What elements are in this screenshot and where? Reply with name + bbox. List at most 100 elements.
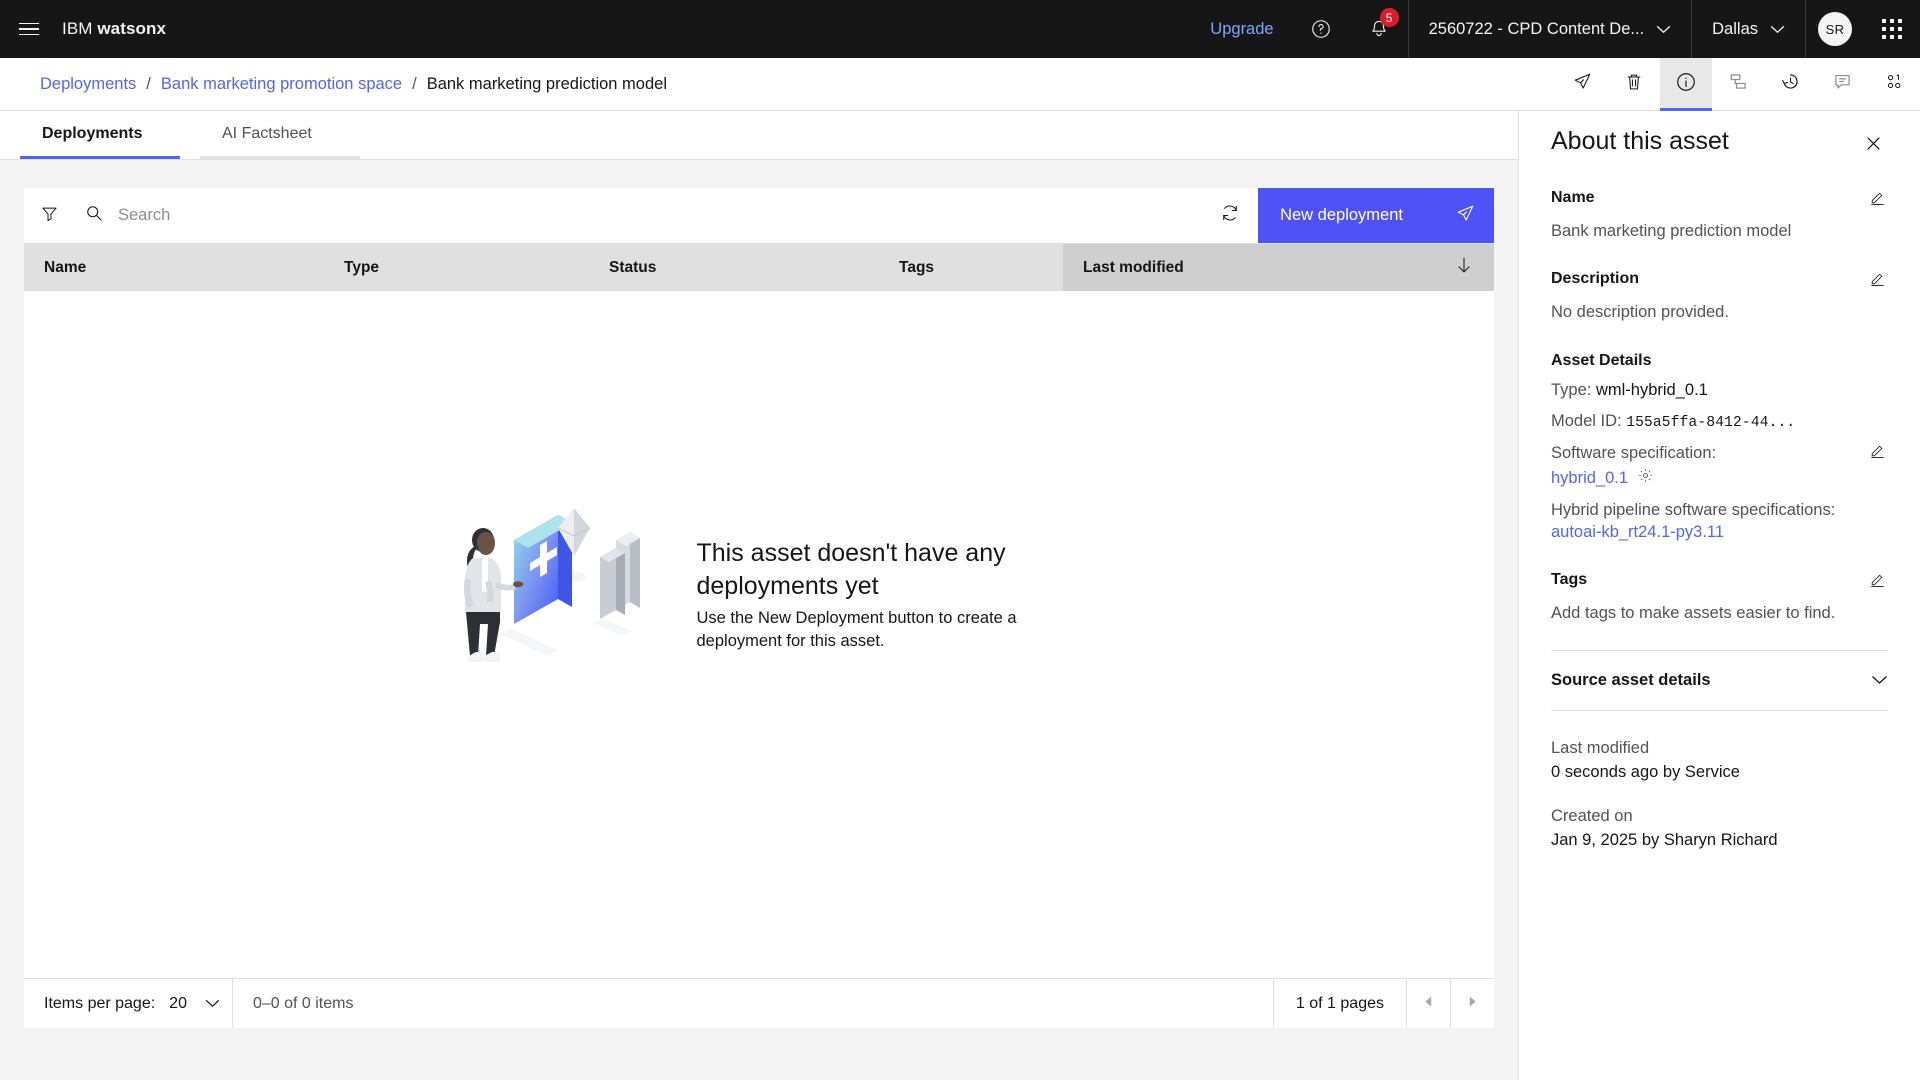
breadcrumb-item-current: Bank marketing prediction model <box>426 74 667 93</box>
binary-icon <box>1884 71 1905 97</box>
description-label: Description <box>1551 270 1640 288</box>
source-asset-details-label: Source asset details <box>1551 671 1711 690</box>
search-input[interactable] <box>118 206 1203 225</box>
help-button[interactable] <box>1292 0 1350 58</box>
pages-text: 1 of 1 pages <box>1272 979 1406 1028</box>
items-per-page-select[interactable]: 20 <box>169 995 232 1013</box>
new-deployment-label: New deployment <box>1280 206 1403 224</box>
column-header-name[interactable]: Name <box>24 244 324 291</box>
asset-details-label: Asset Details <box>1551 351 1652 369</box>
deploy-icon <box>1572 71 1593 97</box>
refresh-icon <box>1220 203 1240 228</box>
hybrid-pipeline-key: Hybrid pipeline software specifications: <box>1551 501 1836 520</box>
breadcrumb-separator: / <box>412 74 417 93</box>
software-spec-row: Software specification: hybrid_0.1 <box>1551 443 1888 490</box>
created-on-block: Created on Jan 9, 2025 by Sharyn Richard <box>1551 805 1888 853</box>
filter-button[interactable] <box>24 188 74 243</box>
history-button[interactable] <box>1764 58 1816 111</box>
asset-type-value: wml-hybrid_0.1 <box>1595 380 1708 399</box>
edit-pencil-icon <box>1869 270 1886 292</box>
model-id-key: Model ID: <box>1551 411 1622 430</box>
tags-label: Tags <box>1551 571 1588 589</box>
column-header-last-modified-label: Last modified <box>1083 258 1184 276</box>
last-modified-value: 0 seconds ago by Service <box>1551 763 1740 782</box>
information-button[interactable] <box>1660 57 1712 111</box>
description-value: No description provided. <box>1551 303 1729 322</box>
edit-tags-button[interactable] <box>1866 571 1888 593</box>
column-header-status[interactable]: Status <box>589 244 879 291</box>
model-id-row: Model ID: 155a5ffa-8412-44... <box>1551 411 1888 433</box>
software-spec-key: Software specification: <box>1551 443 1717 462</box>
edit-name-button[interactable] <box>1866 189 1888 211</box>
comment-button[interactable] <box>1816 58 1868 111</box>
previous-page-button[interactable] <box>1406 979 1450 1028</box>
binary-button[interactable] <box>1868 58 1920 111</box>
tab-deployments-label: Deployments <box>42 124 143 142</box>
column-header-last-modified[interactable]: Last modified <box>1063 244 1494 291</box>
tab-ai-factsheet-label: AI Factsheet <box>222 124 312 142</box>
edit-pencil-icon <box>1869 571 1886 593</box>
next-page-button[interactable] <box>1450 979 1494 1028</box>
breadcrumb-bar: Deployments / Bank marketing promotion s… <box>0 57 1920 111</box>
edit-pencil-icon <box>1869 442 1886 465</box>
chevron-down-icon <box>1770 20 1785 39</box>
account-selector[interactable]: 2560722 - CPD Content De... <box>1409 0 1692 58</box>
hybrid-pipeline-value-link[interactable]: autoai-kb_rt24.1-py3.11 <box>1551 522 1888 543</box>
table-pagination: Items per page: 20 0–0 of 0 items 1 of 1… <box>24 978 1494 1028</box>
new-deployment-button[interactable]: New deployment <box>1258 188 1494 243</box>
column-header-type[interactable]: Type <box>324 244 589 291</box>
chevron-down-icon <box>205 995 220 1013</box>
items-range-text: 0–0 of 0 items <box>252 994 354 1012</box>
column-header-tags[interactable]: Tags <box>879 244 1063 291</box>
region-selector[interactable]: Dallas <box>1692 0 1805 58</box>
source-asset-details-accordion[interactable]: Source asset details <box>1551 651 1888 710</box>
account-label: 2560722 - CPD Content De... <box>1428 19 1645 38</box>
deploy-button[interactable] <box>1556 58 1608 111</box>
upgrade-link[interactable]: Upgrade <box>1192 20 1291 39</box>
flow-button[interactable] <box>1712 58 1764 111</box>
person-with-deployment-tiles-illustration <box>452 500 667 690</box>
rocket-icon <box>1455 203 1476 229</box>
filter-icon <box>40 204 59 228</box>
edit-description-button[interactable] <box>1866 270 1888 292</box>
notifications-button[interactable]: 5 <box>1350 0 1408 58</box>
close-panel-button[interactable] <box>1858 131 1888 161</box>
items-per-page-label: Items per page: <box>44 994 156 1012</box>
gear-icon[interactable] <box>1637 467 1654 490</box>
software-spec-value-link[interactable]: hybrid_0.1 <box>1551 468 1628 489</box>
tab-deployments[interactable]: Deployments <box>20 111 180 159</box>
empty-state-text: This asset doesn't have any deployments … <box>697 537 1067 653</box>
panel-header: About this asset <box>1551 111 1888 161</box>
panel-divider-2 <box>1551 710 1888 712</box>
created-on-value: Jan 9, 2025 by Sharyn Richard <box>1551 831 1778 850</box>
panel-section-tags: Tags Add tags to make assets easier to f… <box>1551 571 1888 624</box>
brand-name: watsonx <box>97 19 167 38</box>
refresh-button[interactable] <box>1202 188 1258 243</box>
hamburger-menu-icon[interactable] <box>0 0 58 58</box>
history-icon <box>1780 71 1801 97</box>
breadcrumb-item-deployments[interactable]: Deployments <box>40 75 136 94</box>
asset-toolbar <box>1556 57 1920 111</box>
main-content: New deployment Name Type Status Tags Las… <box>0 160 1518 1080</box>
tab-ai-factsheet[interactable]: AI Factsheet <box>200 111 360 159</box>
user-profile-button[interactable]: SR <box>1806 0 1864 58</box>
avatar: SR <box>1818 12 1852 46</box>
panel-section-name: Name Bank marketing prediction model <box>1551 189 1888 242</box>
app-grid-icon <box>1882 19 1902 39</box>
edit-software-spec-button[interactable] <box>1866 443 1888 465</box>
empty-state: This asset doesn't have any deployments … <box>24 291 1494 978</box>
app-switcher-button[interactable] <box>1864 0 1920 58</box>
breadcrumb-item-space[interactable]: Bank marketing promotion space <box>161 75 402 94</box>
help-circle-icon <box>1310 18 1332 40</box>
search-icon <box>84 203 104 228</box>
delete-button[interactable] <box>1608 58 1660 111</box>
asset-type-row: Type: wml-hybrid_0.1 <box>1551 380 1888 401</box>
brand-prefix: IBM <box>62 19 93 38</box>
created-on-label: Created on <box>1551 807 1633 826</box>
caret-right-icon <box>1466 995 1479 1013</box>
brand-logo[interactable]: IBM watsonx <box>58 19 166 39</box>
table-toolbar: New deployment <box>24 188 1494 244</box>
information-icon <box>1675 71 1697 98</box>
model-id-value: 155a5ffa-8412-44... <box>1626 414 1796 431</box>
empty-state-title: This asset doesn't have any deployments … <box>696 538 1006 600</box>
